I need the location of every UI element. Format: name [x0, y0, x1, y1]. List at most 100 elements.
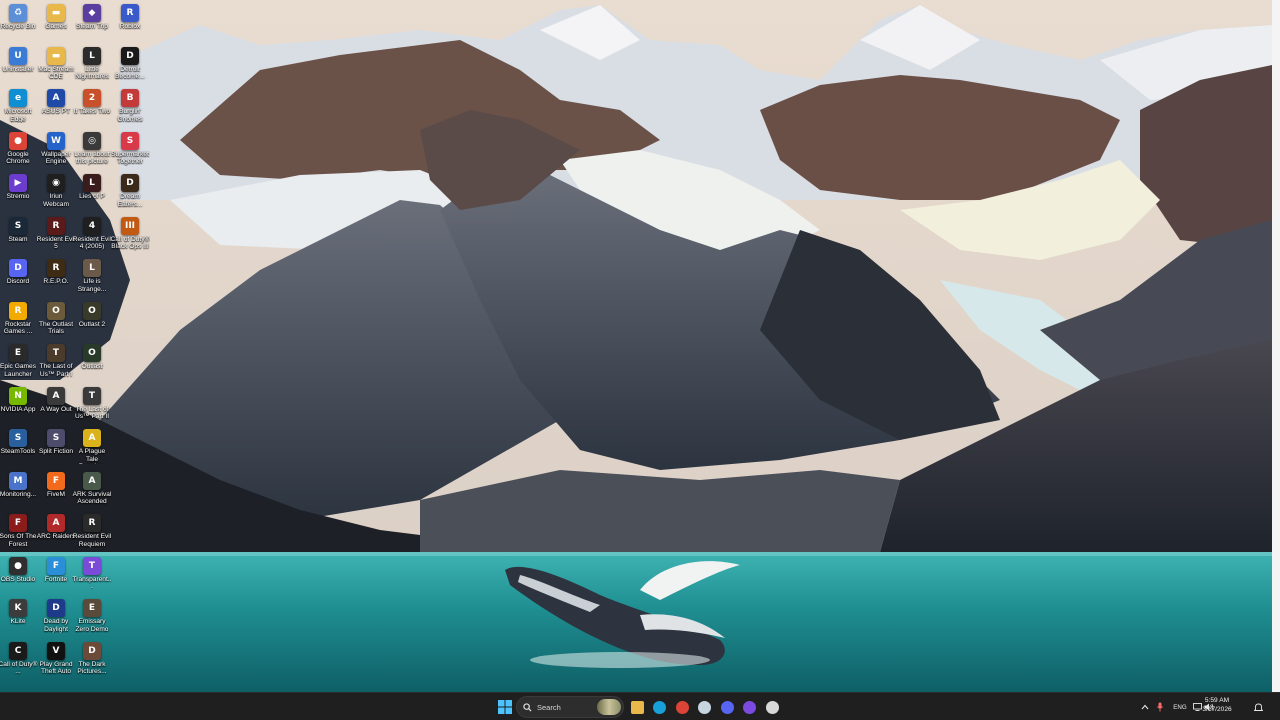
taskbar-stremio[interactable]: [740, 697, 760, 717]
edge-icon: e: [9, 89, 27, 107]
desktop-icon[interactable]: L Life is Strange...: [74, 259, 110, 293]
burglin-gnomes-icon: B: [121, 89, 139, 107]
taskbar-file-explorer[interactable]: [627, 697, 647, 717]
taskbar-search-box[interactable]: Search: [516, 696, 624, 718]
icon-glyph: A: [52, 93, 60, 103]
icon-glyph: R: [52, 220, 60, 231]
desktop-icon[interactable]: E Epic Games Launcher: [0, 344, 36, 378]
desktop-icon-label: Transparent...: [72, 575, 112, 591]
desktop-icon[interactable]: ▬ Games: [38, 4, 74, 31]
desktop-icon[interactable]: K KLite: [0, 599, 36, 626]
desktop-icon[interactable]: S Supermarket Together: [111, 131, 149, 166]
taskbar-obs[interactable]: [762, 697, 782, 717]
desktop-icon[interactable]: ◉ Iriun Webcam: [38, 174, 74, 208]
desktop-icon[interactable]: N NVIDIA App: [0, 386, 36, 414]
desktop-icon[interactable]: 2 It Takes Two: [74, 89, 110, 116]
desktop-icon[interactable]: D The Dark Pictures...: [74, 641, 110, 676]
desktop-icon-label: The Last of Us™ Part I: [39, 363, 73, 378]
desktop-icon[interactable]: F Fortnite: [38, 556, 74, 584]
icon-glyph: ◉: [52, 178, 60, 188]
desktop-icon[interactable]: ◆ Steam Trip: [74, 4, 110, 31]
desktop-icon[interactable]: O The Outlast Trials: [38, 301, 74, 336]
desktop-icon[interactable]: D Dead by Daylight: [38, 599, 74, 633]
desktop-icon[interactable]: D Dream Eaters...: [112, 174, 148, 208]
icon-glyph: R: [88, 518, 96, 528]
desktop-icon[interactable]: T The Last of Us™ Part II: [74, 386, 110, 421]
desktop-icon[interactable]: A ASUS PT: [38, 89, 74, 116]
desktop-icon[interactable]: D Discord: [0, 259, 36, 286]
desktop-icon[interactable]: R Roblox: [112, 4, 148, 31]
desktop-icon[interactable]: ▶ Stremio: [0, 174, 36, 201]
icon-glyph: 4: [88, 220, 96, 231]
desktop-icon[interactable]: e Microsoft Edge: [0, 89, 36, 123]
desktop-icon[interactable]: S SteamTools: [0, 429, 36, 456]
taskbar-discord[interactable]: [717, 697, 737, 717]
taskbar-chrome[interactable]: [672, 697, 692, 717]
desktop-icon-label: Outlast: [81, 363, 103, 370]
icon-glyph: ♻: [13, 8, 23, 18]
desktop-icon[interactable]: III Call of Duty® Black Ops III: [110, 216, 150, 251]
desktop-icon[interactable]: O Outlast 2: [74, 301, 110, 329]
desktop-icon[interactable]: R R.E.P.O.: [38, 259, 74, 286]
desktop-icon[interactable]: A A Plague Tale Requiem: [74, 429, 110, 464]
desktop-icon[interactable]: T Transparent...: [72, 556, 112, 591]
desktop-icon[interactable]: S Steam: [0, 216, 36, 244]
desktop-icon[interactable]: 4 Resident Evil 4 (2005): [73, 216, 111, 251]
desktop-icon[interactable]: S Split Fiction: [38, 429, 74, 456]
desktop-icon[interactable]: ● Google Chrome: [0, 131, 36, 166]
icon-glyph: ◎: [88, 135, 96, 146]
language-indicator[interactable]: ENG: [1169, 693, 1191, 720]
desktop-icon-area: ♻ Recycle Bin U Uninstaller e Microsoft Edge ●…: [0, 0, 150, 692]
icon-glyph: R: [126, 8, 134, 18]
re5-icon: R: [47, 216, 65, 235]
start-button[interactable]: [495, 697, 515, 717]
stremio-icon: ▶: [9, 174, 27, 192]
desktop-icon[interactable]: R Resident Evil Requiem: [73, 514, 111, 548]
desktop-icon[interactable]: U Uninstaller: [0, 46, 36, 74]
desktop-icon[interactable]: M Monitoring...: [0, 471, 36, 499]
desktop-icon[interactable]: T The Last of Us™ Part I: [38, 344, 74, 378]
desktop-icon[interactable]: ● OBS Studio: [0, 556, 36, 584]
desktop-icon[interactable]: V Play Grand Theft Auto: [38, 641, 74, 676]
dark-pictures-icon: D: [83, 641, 101, 660]
desktop-icon-label: The Outlast Trials: [38, 320, 74, 336]
desktop-icon[interactable]: R Resident Evil 5: [37, 216, 75, 251]
icon-glyph: A: [52, 518, 60, 528]
tlou-icon: T: [47, 344, 65, 362]
desktop-icon[interactable]: A A Way Out: [38, 386, 74, 414]
notification-center-button[interactable]: [1251, 693, 1265, 720]
folder-icon: [630, 700, 644, 714]
desktop-icon[interactable]: E Emissary Zero Demo: [74, 599, 110, 633]
detroit-icon: D: [121, 46, 139, 65]
show-hidden-icons-button[interactable]: [1139, 693, 1151, 720]
desktop-icon[interactable]: ♻ Recycle Bin: [0, 4, 36, 31]
desktop-icon-label: NVIDIA App: [0, 405, 36, 413]
desktop-icon[interactable]: D Detroit Become...: [112, 46, 148, 81]
desktop-icon-label: Call of Duty® Black Ops III: [110, 235, 150, 251]
desktop-icon[interactable]: R Rockstar Games ...: [0, 301, 36, 336]
clock[interactable]: 5:59 AM 3/17/2026: [1195, 696, 1239, 714]
taskbar-edge[interactable]: [650, 697, 670, 717]
desktop-icon-label: Dead by Daylight: [43, 618, 69, 633]
search-icon: [523, 702, 532, 712]
desktop-icon[interactable]: F FiveM: [38, 471, 74, 499]
search-highlight-image: [597, 699, 621, 715]
desktop-icon[interactable]: F Sons Of The Forest: [0, 514, 36, 548]
desktop-icon[interactable]: O Outlast: [74, 344, 110, 371]
desktop-icon[interactable]: C Call of Duty® ...: [0, 641, 37, 676]
desktop-icon[interactable]: ▬ Mac Stream CDE: [38, 46, 74, 81]
desktop-icon[interactable]: ◎ Learn about this picture: [74, 131, 110, 166]
microphone-tray-button[interactable]: [1154, 693, 1166, 720]
outlast-trials-icon: O: [47, 301, 65, 320]
desktop-icon[interactable]: W Wallpaper Engine: [38, 131, 74, 166]
desktop-icon[interactable]: A ARC Raiders: [37, 514, 75, 541]
desktop-icon[interactable]: B Burglin' Gnomes: [112, 89, 148, 123]
desktop-icon-label: Discord: [6, 278, 30, 285]
taskbar-steam[interactable]: [695, 697, 715, 717]
desktop-icon[interactable]: A ARK Survival Ascended: [73, 471, 111, 506]
icon-glyph: e: [14, 93, 22, 103]
desktop-icon[interactable]: L Little Nightmares: [74, 46, 110, 81]
folder-icon-2: ▬: [47, 46, 65, 65]
re-requiem-icon: R: [83, 514, 101, 532]
desktop-icon[interactable]: L Lies of P: [74, 174, 110, 201]
